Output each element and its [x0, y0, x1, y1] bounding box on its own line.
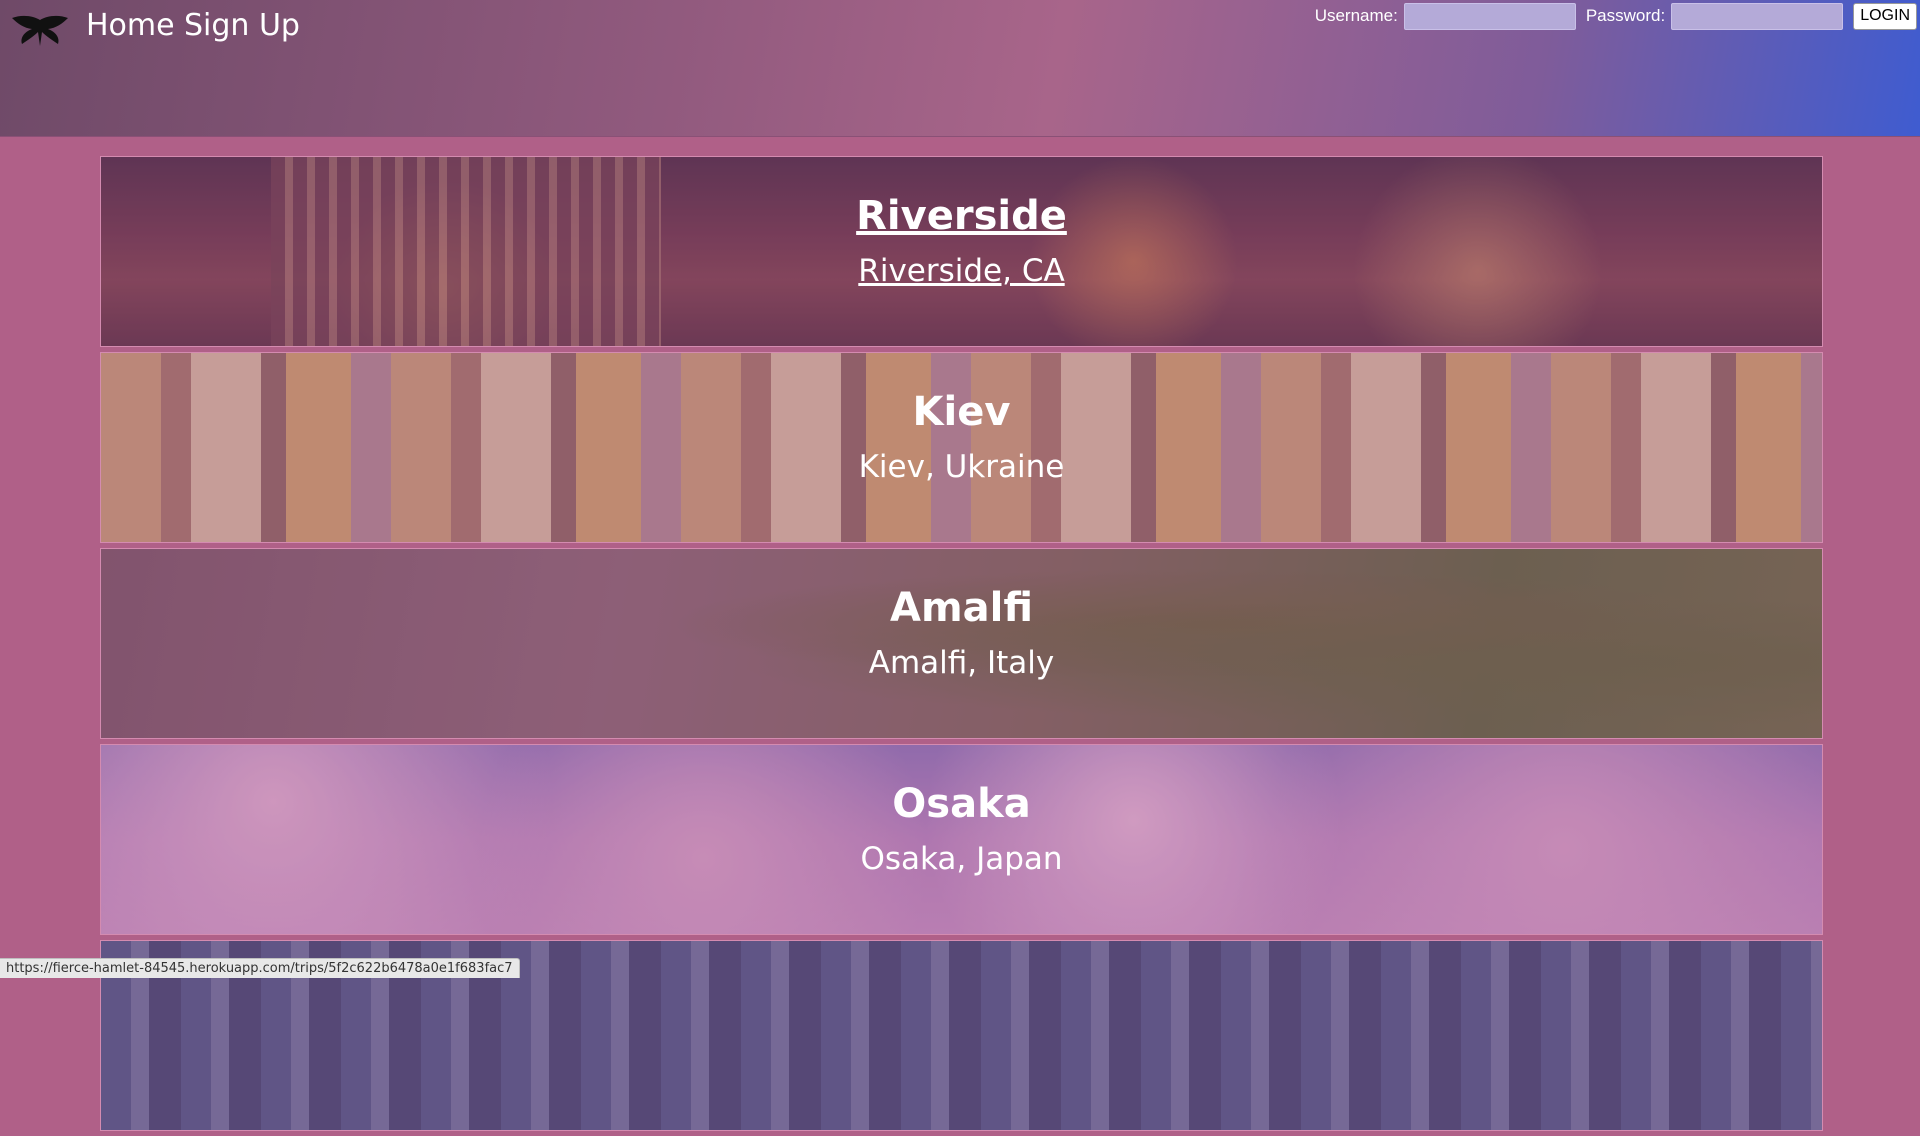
moth-icon[interactable] — [10, 12, 70, 48]
login-form: Username: Password: LOGIN — [1315, 2, 1917, 30]
username-label: Username: — [1315, 6, 1398, 26]
trip-card-osaka[interactable]: Osaka Osaka, Japan — [100, 744, 1823, 935]
trip-title[interactable]: Amalfi — [101, 585, 1822, 631]
nav-signup-link[interactable]: Sign Up — [184, 8, 300, 43]
username-input[interactable] — [1404, 3, 1576, 30]
trip-location[interactable]: Amalfi, Italy — [101, 645, 1822, 681]
trip-title[interactable]: Kiev — [101, 389, 1822, 435]
trip-location[interactable]: Kiev, Ukraine — [101, 449, 1822, 485]
trip-list: Riverside Riverside, CA Kiev Kiev, Ukrai… — [100, 156, 1823, 1136]
trip-location[interactable]: Osaka, Japan — [101, 841, 1822, 877]
trip-title[interactable]: Riverside — [101, 193, 1822, 239]
password-input[interactable] — [1671, 3, 1843, 30]
trip-title[interactable]: Osaka — [101, 781, 1822, 827]
navbar: Home Sign Up Username: Password: LOGIN — [0, 0, 1920, 137]
nav-home-link[interactable]: Home — [86, 8, 175, 43]
trip-card-amalfi[interactable]: Amalfi Amalfi, Italy — [100, 548, 1823, 739]
trip-card-kiev[interactable]: Kiev Kiev, Ukraine — [100, 352, 1823, 543]
password-label: Password: — [1586, 6, 1665, 26]
trip-location[interactable]: Riverside, CA — [101, 253, 1822, 289]
login-button[interactable]: LOGIN — [1853, 3, 1917, 30]
link-status-bar: https://fierce-hamlet-84545.herokuapp.co… — [0, 958, 520, 978]
trip-card-riverside[interactable]: Riverside Riverside, CA — [100, 156, 1823, 347]
